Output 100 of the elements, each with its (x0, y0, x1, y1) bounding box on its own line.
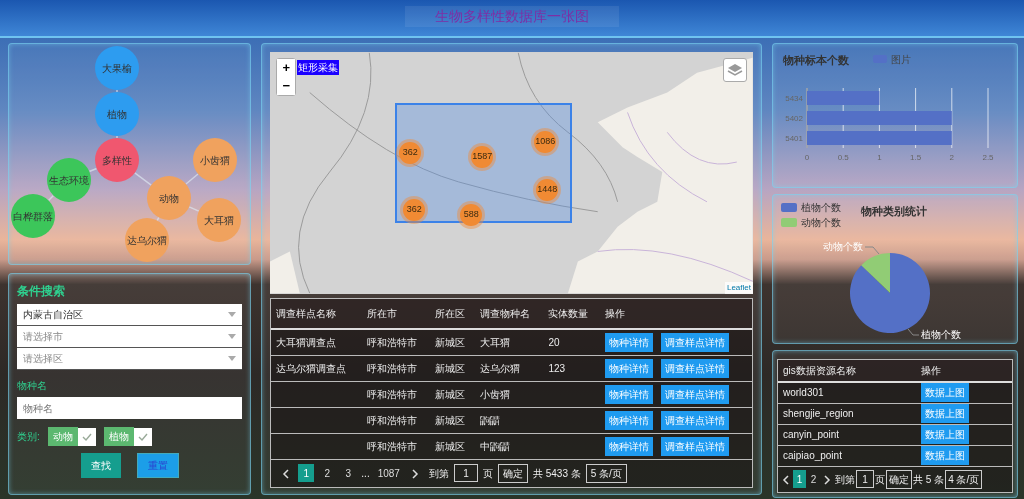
graph-node[interactable]: 植物 (95, 92, 139, 136)
table-cell: 达乌尔猬调查点 (271, 355, 363, 381)
table-cell: 新城区 (430, 433, 476, 459)
graph-node[interactable]: 大耳猬 (197, 198, 241, 242)
action-button[interactable]: 物种详情 (605, 410, 654, 430)
tick-label: 2.5 (982, 153, 994, 162)
action-button[interactable]: 调查样点详情 (661, 436, 730, 456)
draw-tool-label[interactable]: 矩形采集 (297, 60, 340, 75)
page-size-select[interactable]: 4 条/页 (945, 469, 983, 489)
page-button[interactable]: 1 (793, 470, 806, 488)
tick-label: 0.5 (837, 153, 849, 162)
tick-label: 0 (804, 153, 810, 162)
page-button[interactable]: 2 (807, 470, 820, 488)
table-cell: 新城区 (430, 329, 476, 355)
chart-title: 物种类别统计 (861, 205, 927, 217)
column-header: 调查样点名称 (271, 299, 363, 329)
table-cell: 新城区 (430, 381, 476, 407)
total-count: 共 5433 条 (532, 466, 581, 481)
goto-label: 到第 (428, 466, 449, 481)
action-button[interactable]: 物种详情 (605, 384, 654, 404)
checkbox-label: 植物 (103, 427, 134, 446)
confirm-button[interactable]: 确定 (886, 469, 912, 489)
table-cell: 20 (543, 329, 601, 355)
table-cell: 大耳猬 (475, 329, 544, 355)
attribution-link[interactable]: Leaflet (724, 282, 753, 294)
table-cell: 鼩鼱 (475, 407, 544, 433)
table-cell: 新城区 (430, 355, 476, 381)
category-label: 5401 (785, 134, 803, 143)
select-field[interactable]: 请选择区 (17, 348, 243, 370)
tick-label: 1 (877, 153, 882, 162)
action-button[interactable]: 数据上图 (920, 446, 969, 465)
field-label: 物种名 (17, 379, 48, 393)
graph-node[interactable]: 生态环境 (47, 158, 91, 202)
page-number-field[interactable]: 1 (856, 470, 874, 488)
table-cell: 小齿猬 (475, 381, 544, 407)
select-field[interactable]: 请选择市 (17, 326, 243, 348)
table-cell: 呼和浩特市 (362, 381, 431, 407)
page-button[interactable]: 3 (340, 464, 357, 482)
page-button[interactable]: 1 (298, 464, 315, 482)
search-button[interactable]: 查找 (80, 453, 121, 478)
page-button[interactable]: 1087 (374, 464, 403, 482)
table-cell: 呼和浩特市 (362, 407, 431, 433)
field-label: 类别: (17, 430, 40, 444)
action-button[interactable]: 物种详情 (605, 358, 654, 378)
table-cell: world301 (778, 382, 916, 403)
action-button[interactable]: 调查样点详情 (661, 358, 730, 378)
page-button[interactable]: 2 (319, 464, 336, 482)
checkbox-label: 动物 (47, 427, 78, 446)
graph-node[interactable]: 达乌尔猬 (125, 218, 169, 262)
chart-title: 物种标本个数 (783, 54, 849, 66)
action-button[interactable]: 调查样点详情 (661, 332, 730, 352)
select-field[interactable]: 内蒙古自治区 (17, 304, 243, 326)
table-cell: 大耳猬调查点 (271, 329, 363, 355)
table-cell: shengjie_region (778, 403, 916, 424)
page-ellipsis: ... (361, 466, 370, 481)
table-cell: 123 (543, 355, 601, 381)
column-header: 所在市 (362, 299, 431, 329)
graph-node[interactable]: 白桦群落 (11, 194, 55, 238)
column-header: gis数据资源名称 (778, 360, 916, 382)
action-button[interactable]: 物种详情 (605, 332, 654, 352)
page-unit-label: 页 (875, 472, 885, 487)
page-size-select[interactable]: 5 条/页 (585, 463, 627, 483)
table-cell: canyin_point (778, 424, 916, 445)
category-label: 5402 (785, 114, 803, 123)
graph-node[interactable]: 大果榆 (95, 46, 139, 90)
tick-label: 1.5 (910, 153, 922, 162)
action-button[interactable]: 数据上图 (920, 404, 969, 423)
total-count: 共 5 条 (913, 472, 945, 487)
page-number-field[interactable]: 1 (453, 464, 478, 482)
action-button[interactable]: 物种详情 (605, 436, 654, 456)
legend-label: 图片 (891, 54, 911, 65)
table-cell: 新城区 (430, 407, 476, 433)
action-button[interactable]: 数据上图 (920, 425, 969, 444)
confirm-button[interactable]: 确定 (497, 463, 528, 483)
page-unit-label: 页 (482, 466, 493, 481)
graph-node[interactable]: 小齿猬 (193, 138, 237, 182)
graph-node[interactable]: 动物 (147, 176, 191, 220)
column-header: 操作 (600, 299, 752, 329)
column-header: 实体数量 (543, 299, 601, 329)
action-button[interactable]: 调查样点详情 (661, 410, 730, 430)
section-title: 条件搜索 (17, 283, 66, 300)
column-header: 所在区 (430, 299, 476, 329)
column-header: 操作 (915, 360, 1012, 382)
table-cell: 中鼩鼱 (475, 433, 544, 459)
table-cell: 呼和浩特市 (362, 329, 431, 355)
action-button[interactable]: 数据上图 (920, 383, 969, 403)
table-cell: 达乌尔猬 (475, 355, 544, 381)
table-cell: 呼和浩特市 (362, 355, 431, 381)
species-name-field[interactable]: 物种名 (17, 397, 243, 419)
slice-label: 动物个数 (823, 241, 863, 252)
table-cell: 呼和浩特市 (362, 433, 431, 459)
page-title: 生物多样性数据库一张图 (405, 6, 619, 27)
legend-label: 植物个数 (801, 202, 841, 213)
legend-label: 动物个数 (801, 217, 841, 228)
category-label: 5434 (785, 94, 803, 103)
graph-node[interactable]: 多样性 (95, 138, 139, 182)
column-header: 调查物种名 (475, 299, 544, 329)
action-button[interactable]: 调查样点详情 (661, 384, 730, 404)
table-cell: caipiao_point (778, 445, 916, 466)
slice-label: 植物个数 (921, 329, 961, 340)
